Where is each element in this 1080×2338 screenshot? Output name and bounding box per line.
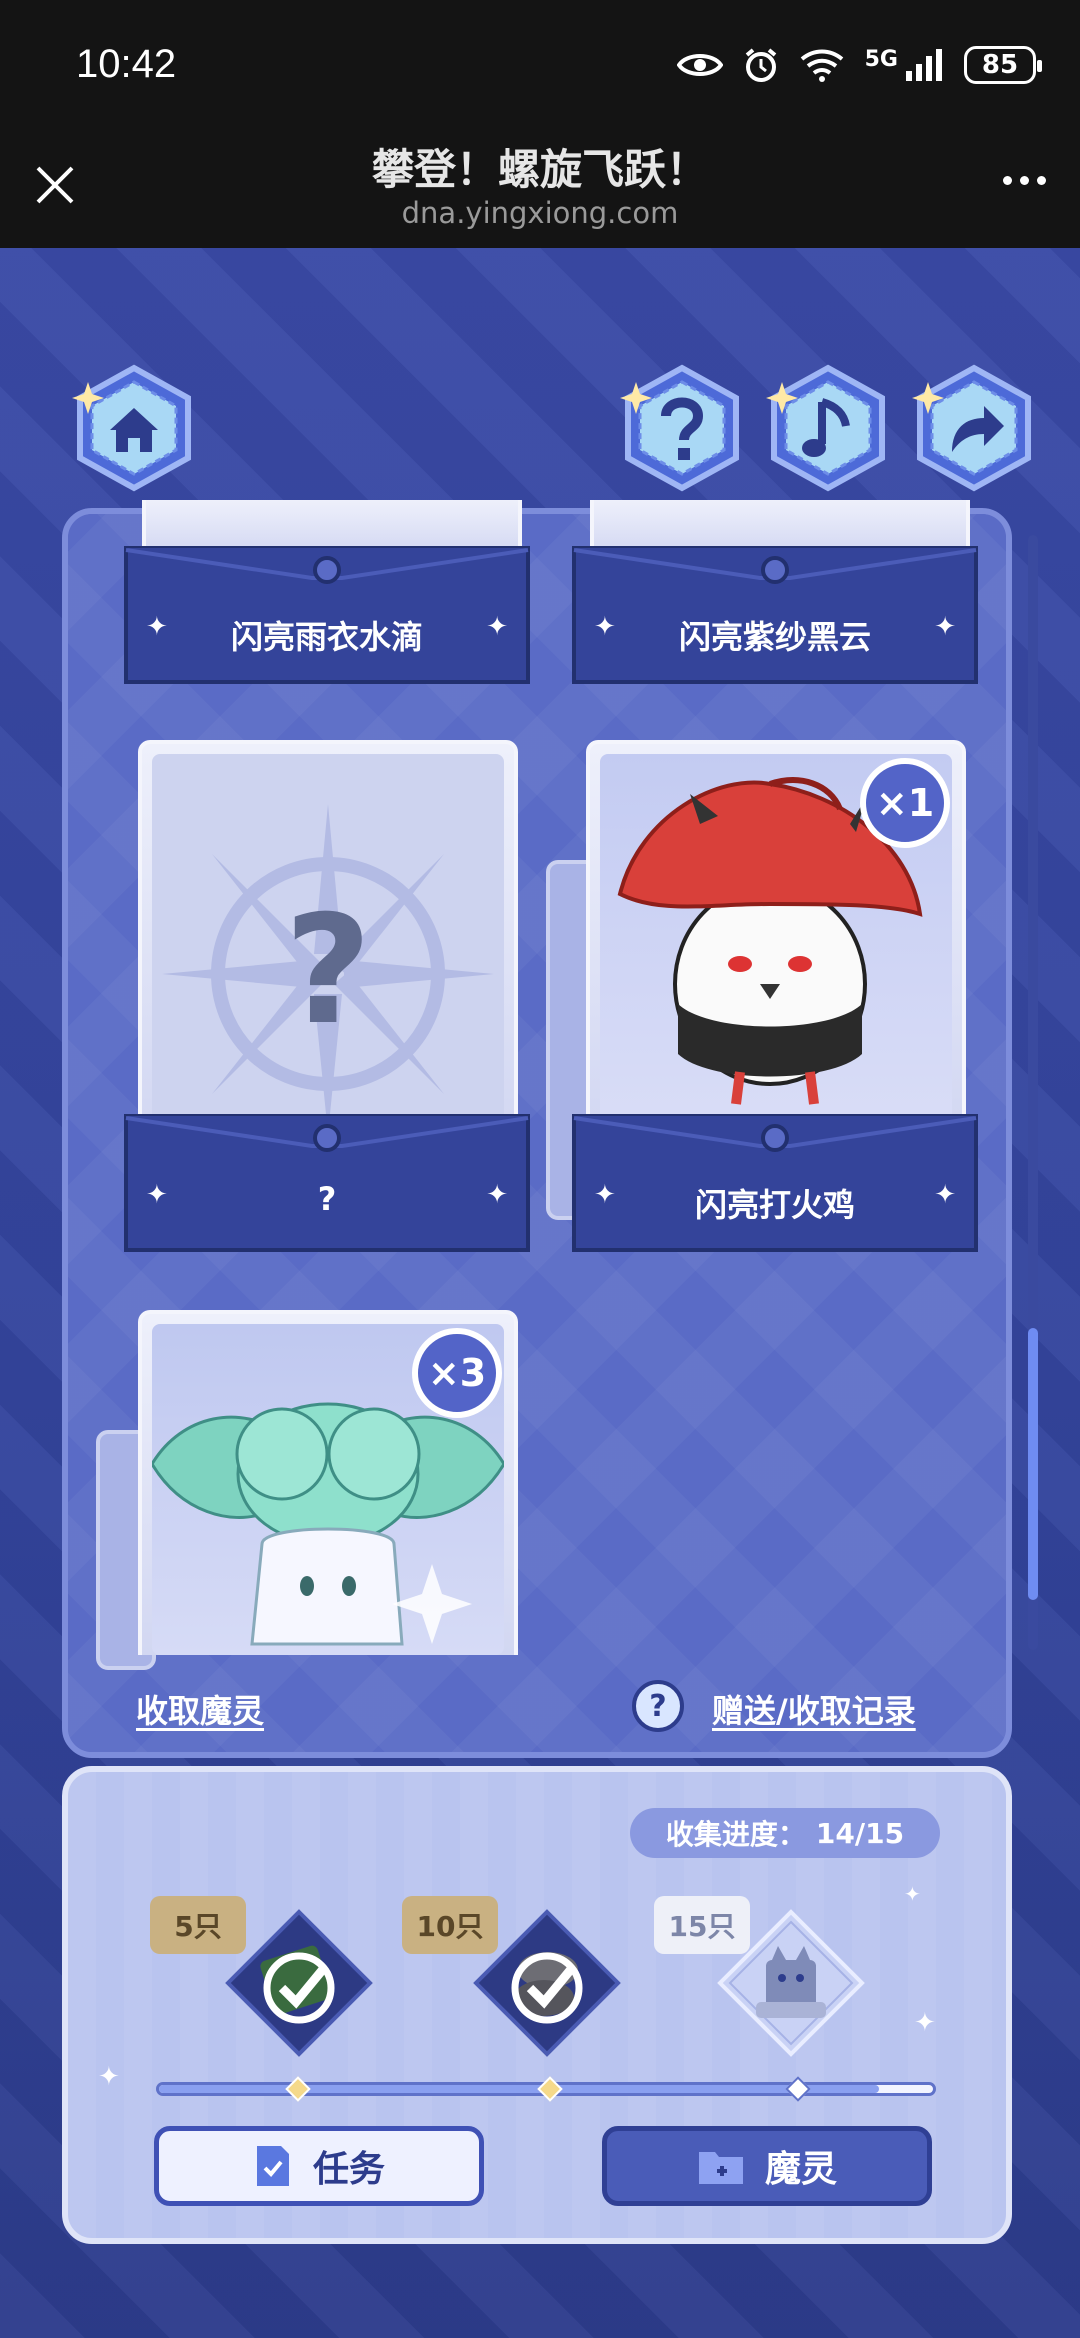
card-label: 闪亮打火鸡 [694, 1186, 855, 1224]
home-icon [72, 364, 191, 492]
card-art: ? [152, 754, 504, 1126]
alarm-icon [745, 48, 776, 82]
milestone-reward[interactable] [224, 1908, 374, 2058]
help-icon [620, 364, 739, 492]
share-button[interactable] [908, 362, 1040, 494]
more-dot [1037, 176, 1046, 185]
progress-pill: 收集进度： 14/15 [630, 1808, 940, 1858]
folder-icon [698, 2152, 743, 2184]
milestone-tag: 15只 [654, 1896, 750, 1954]
sparkle-icon: ✦ [904, 1882, 921, 1906]
status-bar: 10:42 5G 85 [0, 0, 1080, 130]
eye-icon [676, 54, 723, 76]
wifi-icon [800, 49, 843, 82]
card-pocket[interactable]: ✦ ✦ ? [122, 1114, 532, 1254]
help-icon[interactable]: ? [632, 1680, 684, 1732]
collect-spirits-link[interactable]: 收取魔灵 [136, 1686, 264, 1732]
card-label: 闪亮紫纱黑云 [678, 618, 871, 656]
progress-fill [159, 2085, 879, 2093]
network-type: 5G [864, 46, 898, 72]
spirits-button-label: 魔灵 [764, 2149, 837, 2190]
status-icons: 5G 85 [676, 46, 1042, 84]
more-dot [1003, 176, 1012, 185]
locked-question-mark: ? [284, 884, 372, 1058]
scrollbar-thumb[interactable] [1028, 1328, 1038, 1600]
milestone-tag: 10只 [402, 1896, 498, 1954]
task-icon [256, 2146, 289, 2186]
count-badge: ×1 [860, 758, 950, 848]
page-title: 攀登！螺旋飞跃！ [371, 145, 708, 194]
sparkle-icon: ✦ [914, 2008, 936, 2038]
gift-history-link[interactable]: 赠送/收取记录 [712, 1686, 916, 1732]
more-dot [1020, 176, 1029, 185]
sparkle-icon: ✦ [98, 2062, 120, 2092]
progress-value: 14/15 [815, 1816, 905, 1850]
card-firechicken[interactable]: ×1 [586, 740, 966, 1140]
milestone-dot [785, 2076, 811, 2102]
music-button[interactable] [762, 362, 894, 494]
card-pocket[interactable]: ✦ ✦ 闪亮紫纱黑云 [570, 546, 980, 686]
signal-icon [906, 49, 942, 81]
progress-label: 收集进度： [665, 1818, 806, 1851]
title-bar: 攀登！螺旋飞跃！ dna.yingxiong.com [0, 130, 1080, 248]
progress-track [156, 2076, 936, 2102]
card-pocket[interactable]: ✦ ✦ 闪亮打火鸡 [570, 1114, 980, 1254]
milestone-tag: 5只 [150, 1896, 246, 1954]
card-unknown[interactable]: ? [138, 740, 518, 1140]
count-badge: ×3 [412, 1328, 502, 1418]
milestone-diamond [225, 1909, 373, 2057]
share-icon [912, 364, 1031, 492]
card-mushroom[interactable]: ×3 [138, 1310, 518, 1655]
collection-progress-panel: 收集进度： 14/15 5只 10只 15只 ✦ ✦ ✦ 任务 魔灵 [62, 1766, 1012, 2244]
spirits-button[interactable]: 魔灵 [602, 2126, 932, 2206]
home-button[interactable] [68, 362, 200, 494]
card-label: 闪亮雨衣水滴 [230, 618, 423, 656]
milestone-dot [537, 2076, 563, 2102]
page-url: dna.yingxiong.com [401, 196, 679, 230]
music-icon [766, 364, 885, 492]
help-button[interactable] [616, 362, 748, 494]
status-time: 10:42 [76, 42, 177, 86]
tasks-button[interactable]: 任务 [154, 2126, 484, 2206]
tasks-button-label: 任务 [312, 2149, 385, 2190]
milestone-dot [285, 2076, 311, 2102]
card-label: ? [317, 1180, 337, 1218]
battery-icon: 85 [964, 46, 1042, 84]
more-button[interactable] [1003, 176, 1046, 185]
card-pocket[interactable]: ✦ ✦ 闪亮雨衣水滴 [122, 546, 532, 686]
